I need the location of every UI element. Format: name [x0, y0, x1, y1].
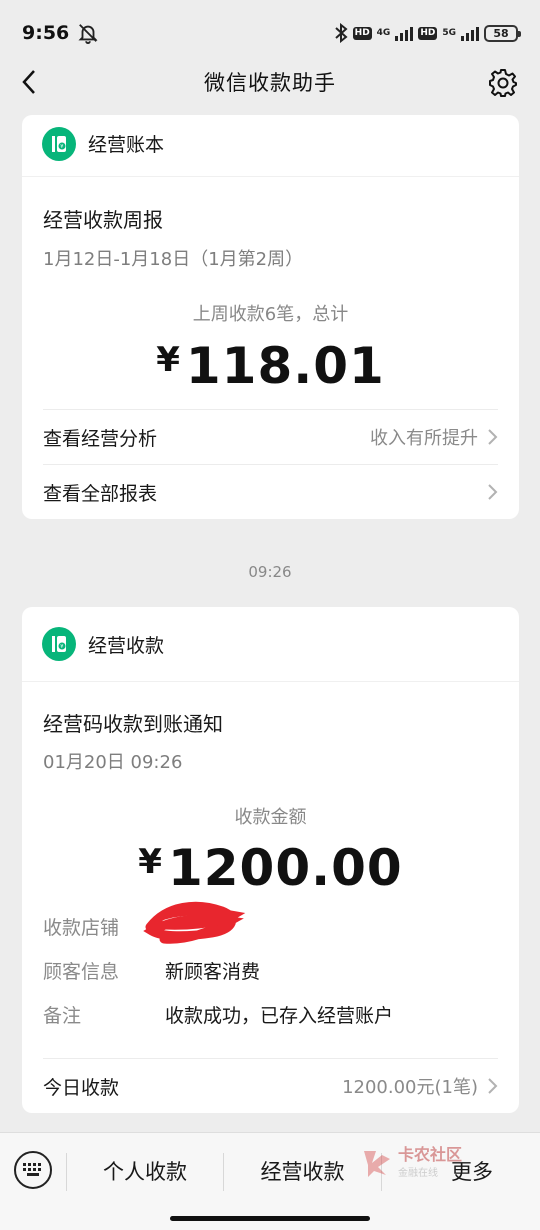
card-header-title: 经营收款 [88, 634, 165, 657]
amount-value: 1200.00 [167, 839, 403, 897]
gear-icon[interactable] [488, 68, 518, 98]
svg-text:¥: ¥ [60, 144, 63, 150]
signal-icon-2 [461, 25, 479, 41]
card-header: ¥ 经营收款 [22, 607, 519, 682]
received-amount: ¥1200.00 [22, 839, 519, 897]
chevron-right-icon [488, 1078, 498, 1094]
keyboard-icon[interactable] [14, 1151, 52, 1189]
watermark-subtext: 金融在线 [398, 1167, 438, 1179]
row-label: 查看全部报表 [43, 482, 158, 505]
bluetooth-icon [334, 23, 348, 43]
page-title: 微信收款助手 [204, 71, 336, 95]
watermark: 卡农社区 金融在线 [360, 1140, 500, 1184]
ledger-logo-icon: ¥ [42, 126, 76, 161]
status-indicators: HD 4G HD 5G 58 [334, 23, 521, 43]
info-row-note: 备注 收款成功，已存入经营账户 [43, 1001, 393, 1028]
hd-badge-1: HD [352, 26, 372, 40]
hd-badge-2: HD [418, 26, 438, 40]
weekly-total-amount: ¥118.01 [22, 337, 519, 395]
payment-logo-icon: ¥ [42, 627, 76, 661]
view-analysis-row[interactable]: 查看经营分析 收入有所提升 [43, 409, 498, 464]
amount-value: 118.01 [185, 337, 385, 395]
notification-datetime: 01月20日 09:26 [43, 752, 183, 773]
info-value: 收款成功，已存入经营账户 [165, 1005, 394, 1027]
status-time: 9:56 [22, 22, 70, 44]
row-value: 收入有所提升 [370, 424, 498, 450]
chevron-right-icon [488, 484, 498, 500]
svg-text:¥: ¥ [60, 644, 63, 650]
amount-label: 收款金额 [234, 807, 307, 828]
report-title: 经营收款周报 [43, 208, 163, 232]
today-receipts-row[interactable]: 今日收款 1200.00元(1笔) [43, 1058, 498, 1113]
watermark-text: 卡农社区 [398, 1144, 463, 1164]
signal-icon-1 [395, 25, 414, 41]
back-arrow-icon[interactable] [14, 66, 46, 98]
weekly-report-card[interactable]: ¥ 经营账本 经营收款周报 1月12日-1月18日（1月第2周） 上周收款6笔，… [22, 115, 519, 519]
info-key: 备注 [43, 1005, 82, 1027]
currency-symbol: ¥ [138, 842, 162, 882]
battery-icon: 58 [484, 24, 521, 42]
report-date-range: 1月12日-1月18日（1月第2周） [43, 249, 304, 270]
watermark-logo-icon [364, 1151, 390, 1177]
payment-notification-card[interactable]: ¥ 经营收款 经营码收款到账通知 01月20日 09:26 收款金额 ¥1200… [22, 607, 519, 1113]
home-indicator [170, 1216, 370, 1221]
card-header-title: 经营账本 [88, 134, 165, 156]
redaction-scribble [143, 901, 246, 944]
menu-tab-personal[interactable]: 个人收款 [67, 1143, 223, 1199]
row-value-text: 收入有所提升 [370, 428, 478, 449]
view-all-reports-row[interactable]: 查看全部报表 [43, 464, 498, 519]
info-row-customer: 顾客信息 新顾客消费 [43, 957, 260, 984]
info-key: 顾客信息 [43, 961, 120, 983]
notifications-muted-icon [78, 24, 98, 44]
row-label: 查看经营分析 [43, 427, 158, 450]
chevron-right-icon [488, 429, 498, 445]
row-value-text: 1200.00元(1笔) [342, 1077, 478, 1098]
currency-symbol: ¥ [156, 340, 180, 380]
network-type-2: 5G [442, 27, 456, 38]
info-value: 新顾客消费 [165, 961, 261, 983]
row-value: 1200.00元(1笔) [342, 1073, 498, 1099]
message-timestamp: 09:26 [248, 563, 292, 581]
row-value [478, 483, 498, 501]
card-header: ¥ 经营账本 [22, 115, 519, 177]
battery-level: 58 [493, 26, 509, 40]
notification-title: 经营码收款到账通知 [43, 712, 223, 736]
row-label: 今日收款 [43, 1076, 120, 1099]
nav-bar: 微信收款助手 [0, 56, 540, 108]
network-type-1: 4G [376, 27, 391, 38]
menu-tab-business[interactable]: 经营收款 [224, 1143, 381, 1199]
weekly-summary-label: 上周收款6笔，总计 [192, 304, 349, 325]
